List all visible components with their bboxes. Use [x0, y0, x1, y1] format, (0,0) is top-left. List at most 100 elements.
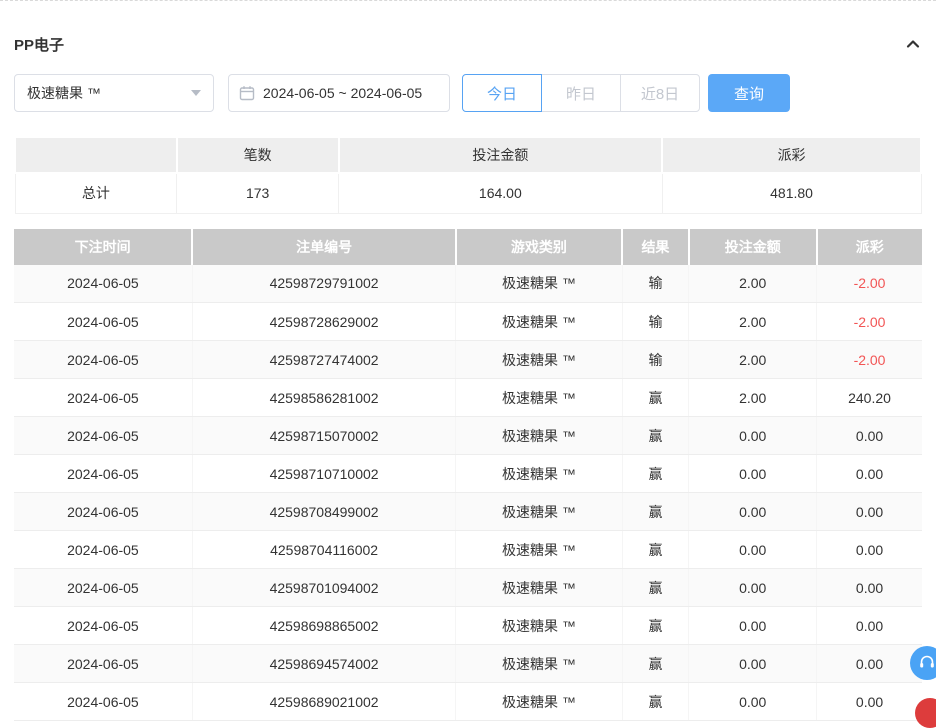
header-bet-amount: 投注金额: [689, 229, 817, 265]
panel-header: PP电子: [14, 27, 922, 61]
table-row: 2024-06-05 42598704116002 极速糖果 ™ 赢 0.00 …: [14, 531, 922, 569]
bet-records-table: 下注时间 注单编号 游戏类别 结果 投注金额 派彩 2024-06-05 425…: [14, 229, 922, 722]
records-panel: PP电子 极速糖果 ™ 2024-06-05 ~ 2024-06-05 今日 昨…: [0, 27, 936, 721]
cell-bet-amount: 0.00: [689, 531, 817, 569]
cell-result: 输: [622, 303, 689, 341]
cell-result: 赢: [622, 417, 689, 455]
table-row: 2024-06-05 42598694574002 极速糖果 ™ 赢 0.00 …: [14, 645, 922, 683]
cell-result: 赢: [622, 379, 689, 417]
cell-payout: 0.00: [817, 417, 922, 455]
cell-game-type: 极速糖果 ™: [456, 417, 622, 455]
promo-float-button[interactable]: [915, 698, 936, 728]
cell-bet-amount: 0.00: [689, 683, 817, 721]
cell-bet-time: 2024-06-05: [14, 493, 192, 531]
cell-result: 赢: [622, 645, 689, 683]
customer-service-float-button[interactable]: [910, 646, 936, 680]
cell-payout: 0.00: [817, 645, 922, 683]
cell-bet-amount: 0.00: [689, 417, 817, 455]
page-title: PP电子: [14, 34, 64, 55]
table-row: 2024-06-05 42598586281002 极速糖果 ™ 赢 2.00 …: [14, 379, 922, 417]
table-row: 2024-06-05 42598715070002 极速糖果 ™ 赢 0.00 …: [14, 417, 922, 455]
table-row: 2024-06-05 42598698865002 极速糖果 ™ 赢 0.00 …: [14, 607, 922, 645]
summary-header-row: 笔数 投注金额 派彩: [15, 137, 921, 173]
header-result: 结果: [622, 229, 689, 265]
table-row: 2024-06-05 42598729791002 极速糖果 ™ 输 2.00 …: [14, 265, 922, 303]
summary-header-bet-amount: 投注金额: [339, 137, 663, 173]
cell-bet-time: 2024-06-05: [14, 303, 192, 341]
table-row: 2024-06-05 42598689021002 极速糖果 ™ 赢 0.00 …: [14, 683, 922, 721]
summary-total-row: 总计 173 164.00 481.80: [15, 173, 921, 213]
calendar-icon: [239, 85, 255, 101]
cell-order-id: 42598586281002: [192, 379, 455, 417]
cell-result: 赢: [622, 531, 689, 569]
cell-payout: 240.20: [817, 379, 922, 417]
cell-result: 赢: [622, 493, 689, 531]
cell-game-type: 极速糖果 ™: [456, 569, 622, 607]
cell-game-type: 极速糖果 ™: [456, 493, 622, 531]
summary-total-payout: 481.80: [662, 173, 921, 213]
cell-game-type: 极速糖果 ™: [456, 303, 622, 341]
cell-order-id: 42598704116002: [192, 531, 455, 569]
cell-bet-time: 2024-06-05: [14, 379, 192, 417]
cell-bet-time: 2024-06-05: [14, 417, 192, 455]
cell-order-id: 42598694574002: [192, 645, 455, 683]
cell-bet-amount: 0.00: [689, 493, 817, 531]
header-payout: 派彩: [817, 229, 922, 265]
header-bet-time: 下注时间: [14, 229, 192, 265]
cell-bet-time: 2024-06-05: [14, 569, 192, 607]
bet-table-body: 2024-06-05 42598729791002 极速糖果 ™ 输 2.00 …: [14, 265, 922, 721]
cell-bet-time: 2024-06-05: [14, 645, 192, 683]
cell-payout: 0.00: [817, 455, 922, 493]
filter-bar: 极速糖果 ™ 2024-06-05 ~ 2024-06-05 今日 昨日 近8日…: [14, 74, 922, 112]
cell-result: 赢: [622, 569, 689, 607]
cell-bet-amount: 0.00: [689, 455, 817, 493]
quick-button-last-8-days[interactable]: 近8日: [620, 74, 700, 112]
quick-button-today[interactable]: 今日: [462, 74, 542, 112]
quick-date-button-group: 今日 昨日 近8日: [462, 74, 700, 112]
cell-order-id: 42598727474002: [192, 341, 455, 379]
cell-order-id: 42598728629002: [192, 303, 455, 341]
table-row: 2024-06-05 42598710710002 极速糖果 ™ 赢 0.00 …: [14, 455, 922, 493]
cell-result: 赢: [622, 455, 689, 493]
cell-order-id: 42598698865002: [192, 607, 455, 645]
cell-result: 输: [622, 341, 689, 379]
bet-table-header-row: 下注时间 注单编号 游戏类别 结果 投注金额 派彩: [14, 229, 922, 265]
cell-order-id: 42598729791002: [192, 265, 455, 303]
cell-order-id: 42598689021002: [192, 683, 455, 721]
cell-bet-amount: 2.00: [689, 341, 817, 379]
summary-table: 笔数 投注金额 派彩 总计 173 164.00 481.80: [14, 136, 922, 214]
cell-payout: 0.00: [817, 531, 922, 569]
cell-result: 赢: [622, 683, 689, 721]
date-range-value: 2024-06-05 ~ 2024-06-05: [263, 85, 422, 101]
game-select[interactable]: 极速糖果 ™: [14, 74, 214, 112]
summary-total-label: 总计: [15, 173, 177, 213]
cell-bet-time: 2024-06-05: [14, 683, 192, 721]
search-button[interactable]: 查询: [708, 74, 790, 112]
caret-down-icon: [191, 90, 201, 96]
summary-header-empty: [15, 137, 177, 173]
cell-game-type: 极速糖果 ™: [456, 379, 622, 417]
cell-payout: -2.00: [817, 303, 922, 341]
collapse-chevron-up-icon[interactable]: [904, 35, 922, 53]
quick-button-yesterday[interactable]: 昨日: [541, 74, 621, 112]
cell-order-id: 42598715070002: [192, 417, 455, 455]
cell-payout: 0.00: [817, 493, 922, 531]
date-range-input[interactable]: 2024-06-05 ~ 2024-06-05: [228, 74, 450, 112]
table-row: 2024-06-05 42598727474002 极速糖果 ™ 输 2.00 …: [14, 341, 922, 379]
header-game-type: 游戏类别: [456, 229, 622, 265]
summary-header-count: 笔数: [177, 137, 339, 173]
table-row: 2024-06-05 42598701094002 极速糖果 ™ 赢 0.00 …: [14, 569, 922, 607]
summary-total-bet-amount: 164.00: [339, 173, 663, 213]
cell-bet-amount: 0.00: [689, 645, 817, 683]
table-row: 2024-06-05 42598708499002 极速糖果 ™ 赢 0.00 …: [14, 493, 922, 531]
cell-payout: -2.00: [817, 341, 922, 379]
cell-game-type: 极速糖果 ™: [456, 265, 622, 303]
cell-bet-time: 2024-06-05: [14, 265, 192, 303]
summary-header-payout: 派彩: [662, 137, 921, 173]
cell-bet-time: 2024-06-05: [14, 341, 192, 379]
cell-bet-amount: 2.00: [689, 265, 817, 303]
cell-payout: -2.00: [817, 265, 922, 303]
cell-order-id: 42598710710002: [192, 455, 455, 493]
cell-payout: 0.00: [817, 683, 922, 721]
table-row: 2024-06-05 42598728629002 极速糖果 ™ 输 2.00 …: [14, 303, 922, 341]
